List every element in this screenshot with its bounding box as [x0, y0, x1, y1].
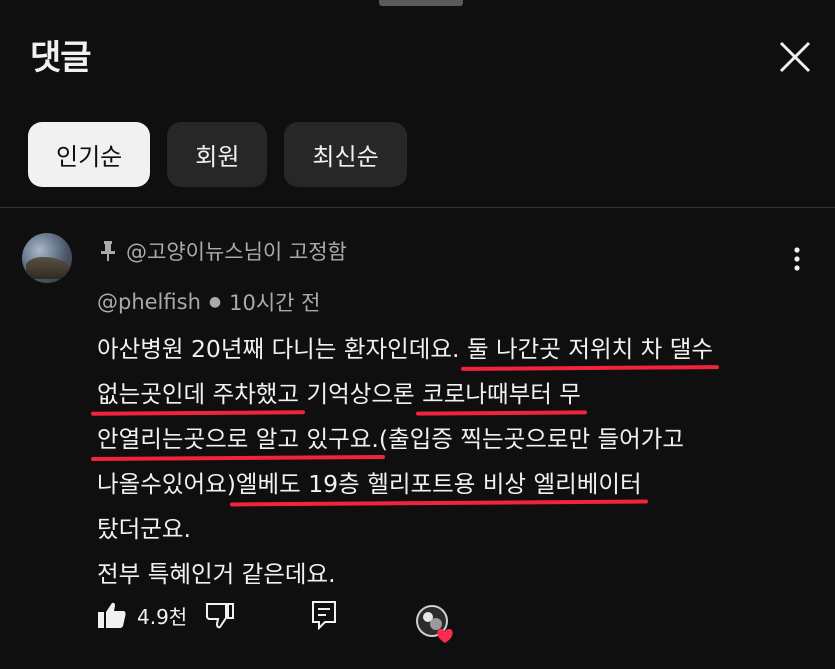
comment-time: 10시간 전 [229, 291, 321, 315]
creator-heart-icon [416, 605, 453, 643]
tab-newest[interactable]: 최신순 [284, 122, 407, 187]
dislike-button[interactable] [205, 601, 235, 629]
reply-button[interactable] [311, 600, 337, 630]
tab-popular[interactable]: 인기순 [28, 122, 151, 187]
creator-heart [415, 604, 455, 644]
sort-tabs: 인기순 회원 최신순 [28, 122, 407, 187]
highlighted-text: 코로나때부터 무 [422, 372, 581, 417]
comment-line-text: 전부 특혜인거 같은데요. [97, 560, 336, 588]
comment-meta: @phelfish ● 10시간 전 [97, 287, 320, 317]
comment-author[interactable]: @phelfish [97, 290, 201, 314]
highlighted-text: 엘베도 19층 헬리포트용 비상 엘리베이터 [236, 462, 642, 507]
comment-line: 탔더군요. [97, 507, 817, 552]
comment-line: 없는곳인데 주차했고 기억상으론 코로나때부터 무 [97, 372, 817, 417]
comment-line-text: 아산병원 20년째 다니는 환자인데요. [97, 335, 467, 363]
comment-line-text: 기억상으론 [299, 380, 423, 408]
pinned-text: @고양이뉴스님이 고정함 [126, 240, 347, 264]
tab-members[interactable]: 회원 [167, 122, 268, 187]
pinned-label: @고양이뉴스님이 고정함 [100, 236, 347, 266]
drag-handle[interactable] [379, 0, 463, 6]
comment-line: 전부 특혜인거 같은데요. [97, 552, 817, 597]
avatar[interactable] [22, 233, 72, 283]
separator-dot: ● [208, 294, 222, 310]
highlighted-text: 둘 나간곳 저위치 차 댈수 [467, 327, 713, 372]
highlighted-text: 안열리는곳으로 알고 있구요. [97, 417, 379, 462]
like-button[interactable]: 4.9천 [97, 601, 187, 630]
close-icon [779, 41, 811, 73]
thumbs-down-icon [206, 603, 235, 629]
like-count: 4.9천 [137, 604, 188, 629]
thumbs-up-icon [98, 602, 126, 628]
page-title: 댓글 [30, 38, 92, 78]
comment-text: 아산병원 20년째 다니는 환자인데요. 둘 나간곳 저위치 차 댈수 없는곳인… [97, 327, 817, 597]
comment-actions: 4.9천 [97, 600, 337, 630]
divider [0, 207, 835, 208]
comment-line: 안열리는곳으로 알고 있구요.(출입증 찍는곳으로만 들어가고 [97, 417, 817, 462]
comment-line-text: 나올수있어요) [97, 470, 236, 498]
more-vert-icon [794, 247, 800, 271]
reply-icon [312, 601, 337, 630]
comment-line-text: (출입증 찍는곳으로만 들어가고 [378, 425, 685, 453]
comment-line: 아산병원 20년째 다니는 환자인데요. 둘 나간곳 저위치 차 댈수 [97, 327, 817, 372]
more-button[interactable] [785, 246, 809, 272]
comment-line-text: 탔더군요. [97, 515, 191, 543]
pin-icon [101, 241, 115, 261]
close-button[interactable] [772, 34, 818, 80]
comment-line: 나올수있어요)엘베도 19층 헬리포트용 비상 엘리베이터 [97, 462, 817, 507]
highlighted-text: 없는곳인데 주차했고 [97, 372, 299, 417]
